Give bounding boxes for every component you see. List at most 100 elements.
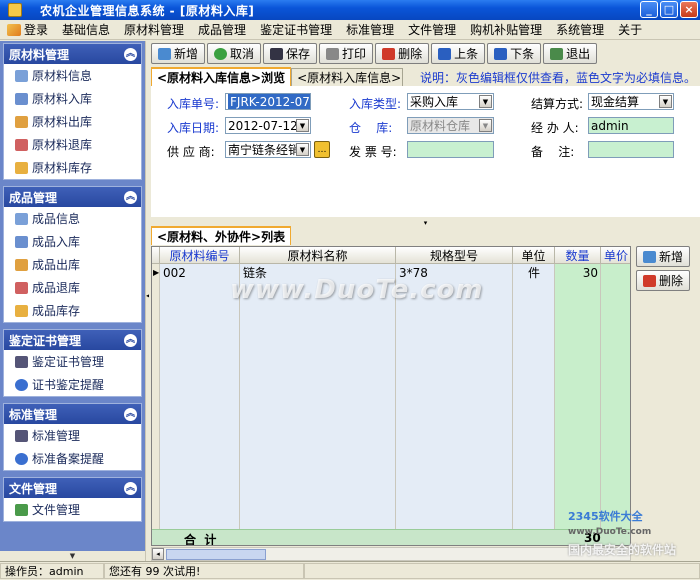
supplier-select[interactable]: 南宁链条经销 ▼ bbox=[225, 141, 311, 158]
col-header-name[interactable]: 原材料名称 bbox=[240, 247, 396, 264]
chevron-down-icon[interactable]: ▼ bbox=[296, 143, 309, 156]
collapse-icon[interactable]: ︽ bbox=[124, 47, 137, 61]
table-row-price[interactable] bbox=[601, 265, 630, 280]
handler-field[interactable]: admin bbox=[588, 117, 674, 134]
grid-hscrollbar[interactable]: ◂ bbox=[151, 547, 631, 561]
collapse-icon[interactable]: ︽ bbox=[124, 481, 137, 495]
list-tabs: <原材料、外协件>列表 bbox=[151, 226, 700, 245]
remark-label: 备 注: bbox=[531, 145, 575, 159]
return-icon bbox=[15, 281, 28, 294]
receipt-no-label: 入库单号: bbox=[167, 97, 220, 111]
chevron-down-icon[interactable]: ▼ bbox=[479, 95, 492, 108]
type-label: 入库类型: bbox=[349, 97, 402, 111]
sidebar-item-cert-remind[interactable]: 证书鉴定提醒 bbox=[4, 373, 141, 396]
invoice-field[interactable] bbox=[407, 141, 494, 158]
group-header-product[interactable]: 成品管理 ︽ bbox=[4, 187, 141, 207]
tab-list[interactable]: <原材料入库信息>列表 bbox=[291, 68, 404, 86]
sidebar-item-product-in[interactable]: 成品入库 bbox=[4, 230, 141, 253]
settle-select[interactable]: 现金结算 ▼ bbox=[588, 93, 674, 110]
col-header-unit[interactable]: 单位 bbox=[513, 247, 555, 264]
date-picker[interactable]: 2012-07-12 ▼ bbox=[225, 117, 311, 134]
group-header-file[interactable]: 文件管理 ︽ bbox=[4, 478, 141, 498]
exit-button[interactable]: 退出 bbox=[543, 43, 598, 64]
receipt-no-field[interactable]: FJRK-2012-07-0 bbox=[225, 93, 311, 110]
document-icon bbox=[15, 429, 28, 442]
scroll-thumb[interactable] bbox=[166, 549, 266, 560]
maximize-button[interactable]: □ bbox=[660, 1, 678, 18]
sidebar-item-standard-manage[interactable]: 标准管理 bbox=[4, 424, 141, 447]
tab-browse[interactable]: <原材料入库信息>浏览 bbox=[151, 67, 292, 86]
menu-raw-material[interactable]: 原材料管理 bbox=[117, 20, 191, 40]
sidebar-item-raw-return[interactable]: 原材料退库 bbox=[4, 133, 141, 156]
minimize-button[interactable]: _ bbox=[640, 1, 658, 18]
collapse-icon[interactable]: ︽ bbox=[124, 333, 137, 347]
watermark-slogan: 国内最安全的软件站 bbox=[568, 543, 677, 557]
scroll-left-icon[interactable]: ◂ bbox=[152, 548, 164, 560]
menu-certificate[interactable]: 鉴定证书管理 bbox=[253, 20, 339, 40]
table-row-qty[interactable]: 30 bbox=[555, 265, 601, 280]
login-icon bbox=[7, 23, 21, 36]
col-header-price[interactable]: 单价 bbox=[601, 247, 630, 264]
info-icon bbox=[15, 378, 28, 391]
collapse-icon[interactable]: ︽ bbox=[124, 190, 137, 204]
save-button[interactable]: 保存 bbox=[263, 43, 318, 64]
cancel-button[interactable]: 取消 bbox=[207, 43, 262, 64]
next-button[interactable]: 下条 bbox=[487, 43, 542, 64]
toolbar: 新增 取消 保存 打印 删除 上条 下条 退出 bbox=[151, 43, 598, 65]
prev-button[interactable]: 上条 bbox=[431, 43, 486, 64]
collapse-icon[interactable]: ︽ bbox=[124, 407, 137, 421]
delete-button[interactable]: 删除 bbox=[375, 43, 430, 64]
col-header-qty[interactable]: 数量 bbox=[555, 247, 601, 264]
sidebar-scroll-down[interactable]: ▼ bbox=[0, 551, 145, 561]
sidebar-item-product-out[interactable]: 成品出库 bbox=[4, 253, 141, 276]
col-header-spec[interactable]: 规格型号 bbox=[396, 247, 513, 264]
print-button[interactable]: 打印 bbox=[319, 43, 374, 64]
menu-about[interactable]: 关于 bbox=[611, 20, 649, 40]
group-header-standard[interactable]: 标准管理 ︽ bbox=[4, 404, 141, 424]
add-button[interactable]: 新增 bbox=[151, 43, 206, 64]
monitor-icon bbox=[15, 212, 28, 225]
chevron-down-icon[interactable]: ▼ bbox=[296, 119, 309, 132]
group-header-cert[interactable]: 鉴定证书管理 ︽ bbox=[4, 330, 141, 350]
type-select[interactable]: 采购入库 ▼ bbox=[407, 93, 494, 110]
menu-system[interactable]: 系统管理 bbox=[549, 20, 611, 40]
remark-field[interactable] bbox=[588, 141, 674, 158]
sidebar-item-file-manage[interactable]: 文件管理 bbox=[4, 498, 141, 521]
tab-materials-list[interactable]: <原材料、外协件>列表 bbox=[151, 226, 292, 245]
add-icon bbox=[158, 47, 171, 60]
menu-login[interactable]: 登录 bbox=[0, 20, 55, 40]
monitor-icon bbox=[15, 69, 28, 82]
window-title: 农机企业管理信息系统 - [原材料入库] bbox=[40, 3, 255, 18]
list-delete-button[interactable]: 删除 bbox=[636, 270, 690, 291]
col-header-code[interactable]: 原材料编号 bbox=[160, 247, 240, 264]
printer-icon bbox=[326, 47, 340, 60]
sidebar-item-raw-info[interactable]: 原材料信息 bbox=[4, 64, 141, 87]
sidebar-item-raw-stock[interactable]: 原材料库存 bbox=[4, 156, 141, 179]
menu-subsidy[interactable]: 购机补贴管理 bbox=[463, 20, 549, 40]
sidebar-item-raw-in[interactable]: 原材料入库 bbox=[4, 87, 141, 110]
sidebar-item-product-info[interactable]: 成品信息 bbox=[4, 207, 141, 230]
group-header-raw[interactable]: 原材料管理 ︽ bbox=[4, 44, 141, 64]
close-button[interactable]: × bbox=[680, 1, 698, 18]
lookup-icon[interactable]: … bbox=[314, 141, 330, 158]
menu-file[interactable]: 文件管理 bbox=[401, 20, 463, 40]
chevron-down-icon[interactable]: ▼ bbox=[659, 95, 672, 108]
chevron-down-icon: ▼ bbox=[479, 119, 492, 132]
sidebar-item-raw-out[interactable]: 原材料出库 bbox=[4, 110, 141, 133]
sidebar-item-product-stock[interactable]: 成品库存 bbox=[4, 299, 141, 322]
row-header-corner bbox=[152, 247, 160, 264]
sidebar-item-cert-manage[interactable]: 鉴定证书管理 bbox=[4, 350, 141, 373]
sidebar-item-product-return[interactable]: 成品退库 bbox=[4, 276, 141, 299]
menu-standard[interactable]: 标准管理 bbox=[339, 20, 401, 40]
horizontal-splitter[interactable]: ▾ bbox=[151, 219, 700, 227]
menu-basic-info[interactable]: 基础信息 bbox=[55, 20, 117, 40]
import-icon bbox=[15, 92, 28, 105]
list-add-button[interactable]: 新增 bbox=[636, 246, 690, 267]
table-row-unit[interactable]: 件 bbox=[513, 265, 555, 280]
add-icon bbox=[643, 250, 656, 263]
menu-product[interactable]: 成品管理 bbox=[191, 20, 253, 40]
sidebar-item-standard-remind[interactable]: 标准备案提醒 bbox=[4, 447, 141, 470]
table-row-code[interactable]: 002 bbox=[160, 265, 240, 280]
sidebar-group-standard: 标准管理 ︽ 标准管理 标准备案提醒 bbox=[3, 403, 142, 471]
handler-label: 经 办 人: bbox=[531, 121, 579, 135]
